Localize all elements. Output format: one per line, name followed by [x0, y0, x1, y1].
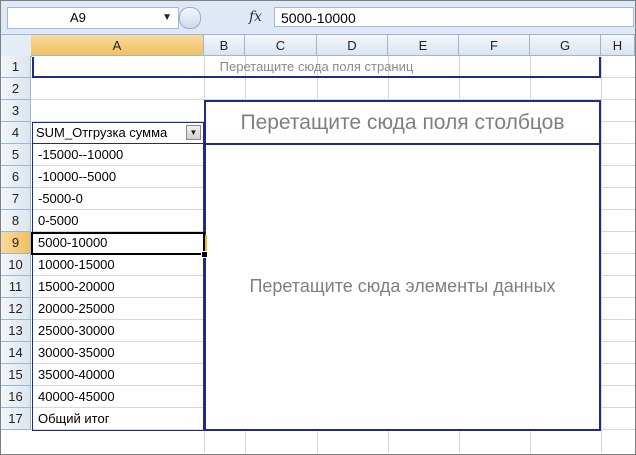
pivot-row-item[interactable]: 30000-35000	[32, 342, 204, 363]
active-cell[interactable]	[31, 232, 205, 255]
row-header-8[interactable]: 8	[1, 210, 31, 232]
formula-bar-resize-handle[interactable]	[179, 6, 203, 29]
select-all-corner[interactable]	[1, 35, 32, 57]
column-header-f[interactable]: F	[459, 35, 530, 56]
pivot-row-item[interactable]: -5000-0	[32, 188, 204, 209]
pivot-row-field-label: SUM_Отгрузка сумма	[36, 125, 168, 140]
row-header-10[interactable]: 10	[1, 254, 31, 276]
row-header-3[interactable]: 3	[1, 100, 31, 122]
row-header-14[interactable]: 14	[1, 342, 31, 364]
column-header-c[interactable]: C	[245, 35, 317, 56]
row-header-2[interactable]: 2	[1, 78, 31, 100]
pivot-row-item[interactable]: 15000-20000	[32, 276, 204, 297]
pivot-row-item[interactable]: -10000--5000	[32, 166, 204, 187]
row-header-13[interactable]: 13	[1, 320, 31, 342]
pivot-row-item[interactable]: 35000-40000	[32, 364, 204, 385]
row-header-5[interactable]: 5	[1, 144, 31, 166]
formula-bar: A9 ▼ fx 5000-10000	[1, 1, 635, 35]
column-header-d[interactable]: D	[317, 35, 388, 56]
name-box-value: A9	[70, 10, 86, 25]
column-header-e[interactable]: E	[388, 35, 459, 56]
pivot-row-field[interactable]: SUM_Отгрузка сумма ▼	[32, 122, 204, 144]
chevron-down-icon[interactable]: ▼	[186, 125, 201, 140]
pivot-row-item[interactable]: 10000-15000	[32, 254, 204, 275]
column-header-g[interactable]: G	[530, 35, 601, 56]
pivot-row-item[interactable]: Общий итог	[32, 408, 204, 429]
insert-function-icon[interactable]: fx	[249, 9, 262, 25]
pivot-column-drop-area[interactable]: Перетащите сюда поля столбцов	[204, 100, 601, 145]
row-header-6[interactable]: 6	[1, 166, 31, 188]
grid-line	[601, 56, 602, 453]
pivot-data-drop-hint: Перетащите сюда элементы данных	[249, 276, 556, 296]
chevron-down-icon[interactable]: ▼	[162, 8, 172, 28]
pivot-row-item[interactable]: 40000-45000	[32, 386, 204, 407]
pivot-row-item[interactable]: 20000-25000	[32, 298, 204, 319]
name-box[interactable]: A9 ▼	[7, 7, 179, 29]
pivot-row-item[interactable]: 0-5000	[32, 210, 204, 231]
pivot-data-drop-area[interactable]: Перетащите сюда элементы данных	[204, 143, 601, 431]
row-header-9[interactable]: 9	[1, 232, 31, 254]
column-header-h[interactable]: H	[601, 35, 635, 56]
row-header-16[interactable]: 16	[1, 386, 31, 408]
row-header-15[interactable]: 15	[1, 364, 31, 386]
row-header-7[interactable]: 7	[1, 188, 31, 210]
formula-input[interactable]: 5000-10000	[274, 7, 634, 27]
resize-pill-icon	[179, 7, 201, 29]
column-header-a[interactable]: A	[31, 35, 204, 56]
row-header-1[interactable]: 1	[1, 56, 31, 78]
pivot-row-item[interactable]: 25000-30000	[32, 320, 204, 341]
row-header-11[interactable]: 11	[1, 276, 31, 298]
pivot-page-drop-area[interactable]: Перетащите сюда поля страниц	[32, 57, 601, 78]
pivot-row-item[interactable]: -15000--10000	[32, 144, 204, 165]
row-header-4[interactable]: 4	[1, 122, 31, 144]
row-header-17[interactable]: 17	[1, 408, 31, 430]
fill-handle[interactable]	[201, 251, 208, 258]
row-header-12[interactable]: 12	[1, 298, 31, 320]
column-header-b[interactable]: B	[204, 35, 245, 56]
